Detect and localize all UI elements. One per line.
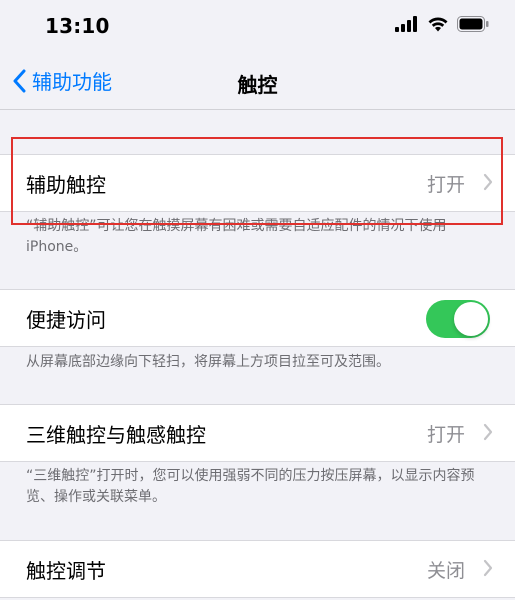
navigation-bar: 辅助功能 触控 — [0, 56, 515, 110]
status-bar: 13:10 — [0, 0, 515, 56]
touch-accommodations-row[interactable]: 触控调节 关闭 — [0, 540, 515, 598]
assistive-touch-value: 打开 — [426, 174, 465, 196]
status-icons — [395, 16, 489, 32]
reachability-label: 便捷访问 — [26, 308, 106, 332]
assistive-touch-label: 辅助触控 — [26, 173, 106, 197]
status-time: 13:10 — [45, 14, 110, 38]
3d-touch-footnote: “三维触控”打开时，您可以使用强弱不同的压力按压屏幕，以显示内容预览、操作或关联… — [26, 468, 475, 505]
touch-accommodations-value: 关闭 — [426, 560, 465, 582]
reachability-toggle[interactable] — [426, 300, 490, 338]
battery-icon — [457, 16, 489, 32]
cellular-signal-icon — [395, 16, 417, 32]
3d-touch-value: 打开 — [426, 424, 465, 446]
3d-touch-row[interactable]: 三维触控与触感触控 打开 — [0, 404, 515, 462]
toggle-knob — [454, 302, 488, 336]
3d-touch-label: 三维触控与触感触控 — [26, 423, 206, 447]
chevron-right-icon — [483, 559, 493, 577]
assistive-touch-footnote: “辅助触控”可让您在触摸屏幕有困难或需要自适应配件的情况下使用 iPhone。 — [26, 218, 447, 255]
reachability-row: 便捷访问 — [0, 289, 515, 347]
touch-accommodations-label: 触控调节 — [26, 559, 106, 583]
page-title: 触控 — [237, 73, 278, 97]
reachability-footnote: 从屏幕底部边缘向下轻扫，将屏幕上方项目拉至可及范围。 — [26, 354, 390, 370]
assistive-touch-row[interactable]: 辅助触控 打开 — [0, 154, 515, 212]
chevron-right-icon — [483, 423, 493, 441]
chevron-right-icon — [483, 173, 493, 191]
wifi-icon — [428, 17, 448, 32]
